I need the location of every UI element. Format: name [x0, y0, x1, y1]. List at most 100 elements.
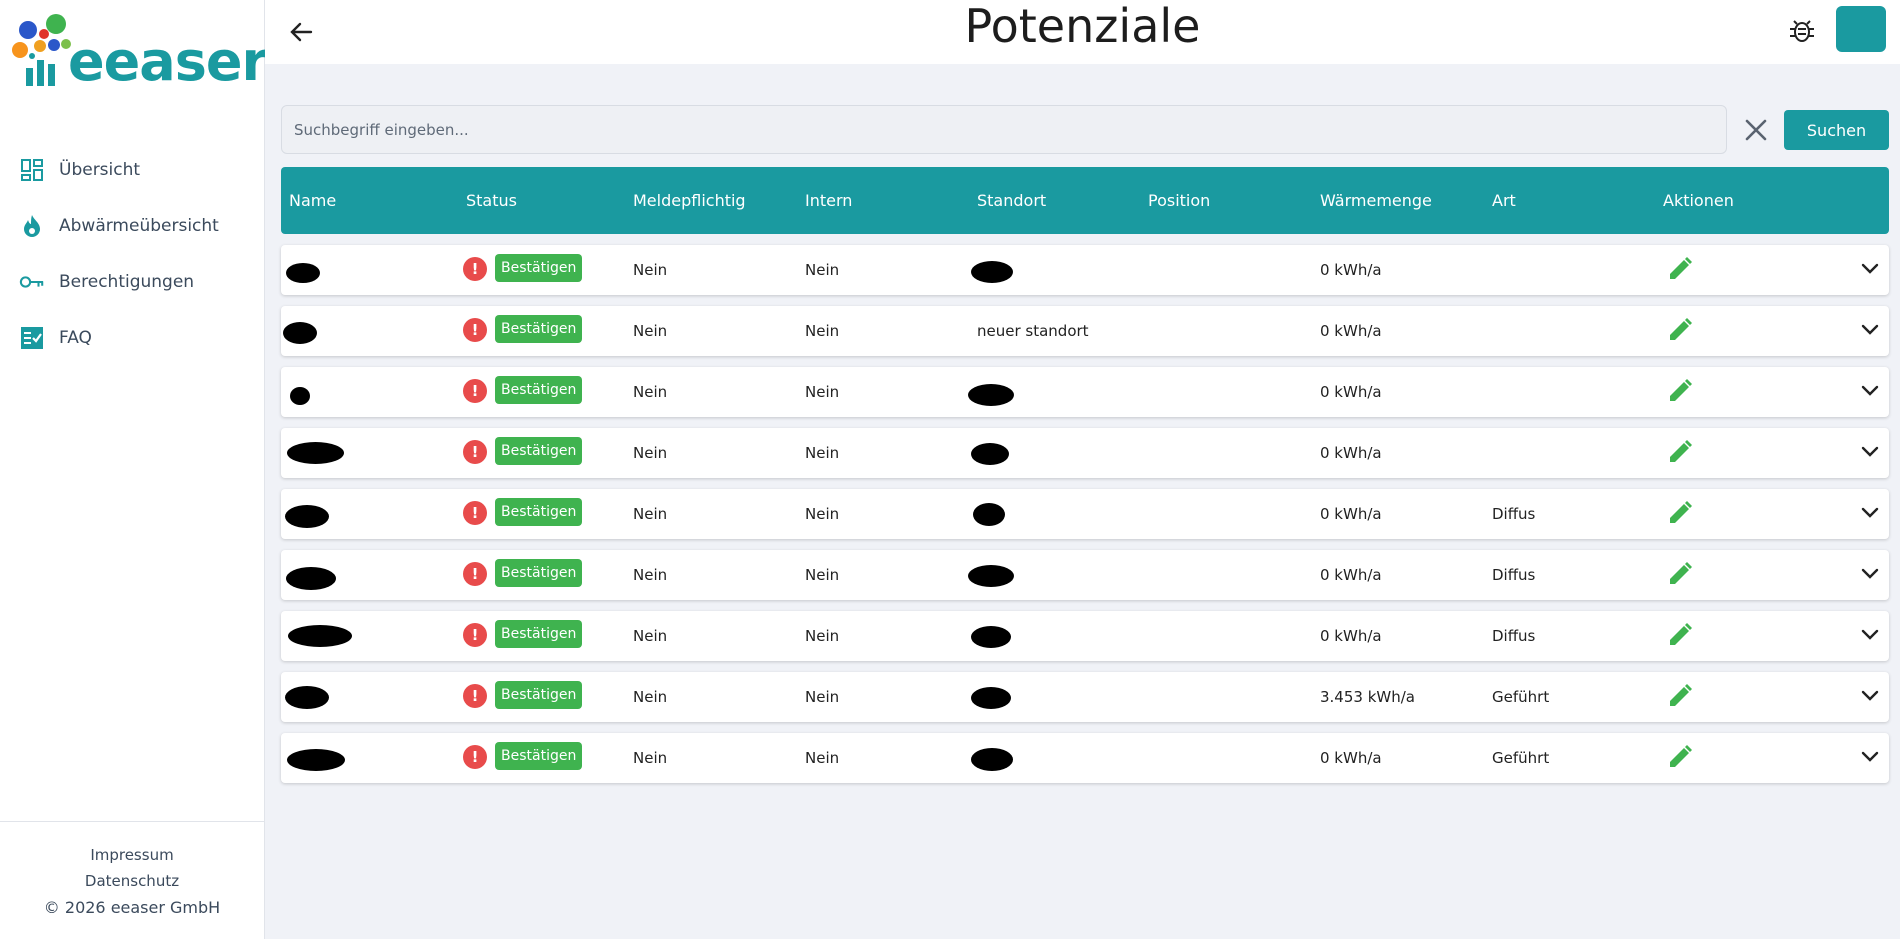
chevron-down-icon[interactable] [1858, 562, 1882, 586]
edit-icon[interactable] [1666, 255, 1694, 283]
meldepflichtig-value: Nein [633, 627, 668, 645]
column-header-status[interactable]: Status [466, 167, 517, 234]
art-value: Diffus [1492, 566, 1536, 584]
waermemenge-value: 0 kWh/a [1320, 383, 1382, 401]
confirm-status-badge[interactable]: Bestätigen [495, 376, 583, 404]
intern-value: Nein [805, 505, 840, 523]
chevron-down-icon[interactable] [1858, 440, 1882, 464]
column-header-standort[interactable]: Standort [977, 167, 1046, 234]
table-row[interactable]: ! Bestätigen Nein Nein 0 kWh/a Diffus [281, 611, 1889, 661]
redacted-name [286, 567, 336, 590]
edit-icon[interactable] [1666, 682, 1694, 710]
meldepflichtig-value: Nein [633, 505, 668, 523]
impressum-link[interactable]: Impressum [0, 842, 264, 868]
waermemenge-value: 0 kWh/a [1320, 444, 1382, 462]
intern-value: Nein [805, 749, 840, 767]
search-button[interactable]: Suchen [1784, 110, 1889, 150]
alert-icon: ! [463, 257, 487, 281]
meldepflichtig-value: Nein [633, 566, 668, 584]
confirm-status-badge[interactable]: Bestätigen [495, 498, 583, 526]
alert-icon: ! [463, 501, 487, 525]
sidebar-nav: Übersicht Abwärmeübersicht Berechtigunge… [0, 142, 264, 366]
column-header-name[interactable]: Name [289, 167, 336, 234]
bug-report-button[interactable] [1787, 15, 1817, 45]
redacted-standort [968, 384, 1014, 406]
chevron-down-icon[interactable] [1858, 379, 1882, 403]
waermemenge-value: 0 kWh/a [1320, 749, 1382, 767]
chevron-down-icon[interactable] [1858, 318, 1882, 342]
redacted-standort [971, 626, 1011, 648]
chevron-down-icon[interactable] [1858, 745, 1882, 769]
sidebar-item-faq[interactable]: FAQ [0, 310, 264, 366]
column-header-art[interactable]: Art [1492, 167, 1516, 234]
redacted-standort [971, 443, 1009, 465]
alert-icon: ! [463, 379, 487, 403]
table-row[interactable]: ! Bestätigen Nein Nein neuer standort 0 … [281, 306, 1889, 356]
confirm-status-badge[interactable]: Bestätigen [495, 681, 583, 709]
chevron-down-icon[interactable] [1858, 684, 1882, 708]
column-header-waermemenge[interactable]: Wärmemenge [1320, 167, 1432, 234]
waermemenge-value: 0 kWh/a [1320, 505, 1382, 523]
sidebar-item-label: Übersicht [59, 160, 141, 180]
back-button[interactable] [285, 16, 317, 48]
redacted-name [285, 686, 329, 709]
table-row[interactable]: ! Bestätigen Nein Nein 0 kWh/a Geführt [281, 733, 1889, 783]
edit-icon[interactable] [1666, 743, 1694, 771]
confirm-status-badge[interactable]: Bestätigen [495, 315, 583, 343]
chevron-down-icon[interactable] [1858, 623, 1882, 647]
sidebar-footer: Impressum Datenschutz © 2026 eeaser GmbH [0, 821, 264, 939]
confirm-status-badge[interactable]: Bestätigen [495, 437, 583, 465]
table-row[interactable]: ! Bestätigen Nein Nein 3.453 kWh/a Gefüh… [281, 672, 1889, 722]
checklist-icon [19, 325, 45, 351]
chevron-down-icon[interactable] [1858, 257, 1882, 281]
sidebar-item-label: Abwärmeübersicht [59, 216, 219, 236]
waermemenge-value: 3.453 kWh/a [1320, 688, 1415, 706]
eeaser-logo[interactable]: eeaser [10, 12, 268, 92]
alert-icon: ! [463, 562, 487, 586]
sidebar-item-uebersicht[interactable]: Übersicht [0, 142, 264, 198]
table-row[interactable]: ! Bestätigen Nein Nein 0 kWh/a [281, 367, 1889, 417]
sidebar-item-abwaermeuebersicht[interactable]: Abwärmeübersicht [0, 198, 264, 254]
art-value: Diffus [1492, 505, 1536, 523]
chevron-down-icon[interactable] [1858, 501, 1882, 525]
table-row[interactable]: ! Bestätigen Nein Nein 0 kWh/a [281, 428, 1889, 478]
table-body: ! Bestätigen Nein Nein 0 kWh/a ! Bestäti… [281, 245, 1889, 794]
profile-button[interactable] [1836, 6, 1886, 52]
intern-value: Nein [805, 322, 840, 340]
table-row[interactable]: ! Bestätigen Nein Nein 0 kWh/a [281, 245, 1889, 295]
waermemenge-value: 0 kWh/a [1320, 627, 1382, 645]
art-value: Diffus [1492, 627, 1536, 645]
meldepflichtig-value: Nein [633, 383, 668, 401]
redacted-standort [971, 748, 1013, 771]
table-row[interactable]: ! Bestätigen Nein Nein 0 kWh/a Diffus [281, 550, 1889, 600]
waermemenge-value: 0 kWh/a [1320, 566, 1382, 584]
column-header-position[interactable]: Position [1148, 167, 1210, 234]
confirm-status-badge[interactable]: Bestätigen [495, 559, 583, 587]
table-row[interactable]: ! Bestätigen Nein Nein 0 kWh/a Diffus [281, 489, 1889, 539]
meldepflichtig-value: Nein [633, 688, 668, 706]
edit-icon[interactable] [1666, 499, 1694, 527]
edit-icon[interactable] [1666, 377, 1694, 405]
intern-value: Nein [805, 444, 840, 462]
confirm-status-badge[interactable]: Bestätigen [495, 742, 583, 770]
alert-icon: ! [463, 440, 487, 464]
edit-icon[interactable] [1666, 560, 1694, 588]
redacted-name [283, 322, 317, 344]
column-header-intern[interactable]: Intern [805, 167, 852, 234]
confirm-status-badge[interactable]: Bestätigen [495, 620, 583, 648]
redacted-name [290, 387, 310, 405]
clear-search-button[interactable] [1740, 114, 1772, 146]
column-header-meldepflichtig[interactable]: Meldepflichtig [633, 167, 746, 234]
datenschutz-link[interactable]: Datenschutz [0, 868, 264, 894]
standort-value: neuer standort [977, 322, 1089, 340]
edit-icon[interactable] [1666, 316, 1694, 344]
edit-icon[interactable] [1666, 438, 1694, 466]
confirm-status-badge[interactable]: Bestätigen [495, 254, 583, 282]
intern-value: Nein [805, 627, 840, 645]
meldepflichtig-value: Nein [633, 261, 668, 279]
alert-icon: ! [463, 684, 487, 708]
edit-icon[interactable] [1666, 621, 1694, 649]
column-header-aktionen: Aktionen [1663, 191, 1734, 210]
sidebar-item-berechtigungen[interactable]: Berechtigungen [0, 254, 264, 310]
search-input[interactable] [282, 106, 1726, 153]
